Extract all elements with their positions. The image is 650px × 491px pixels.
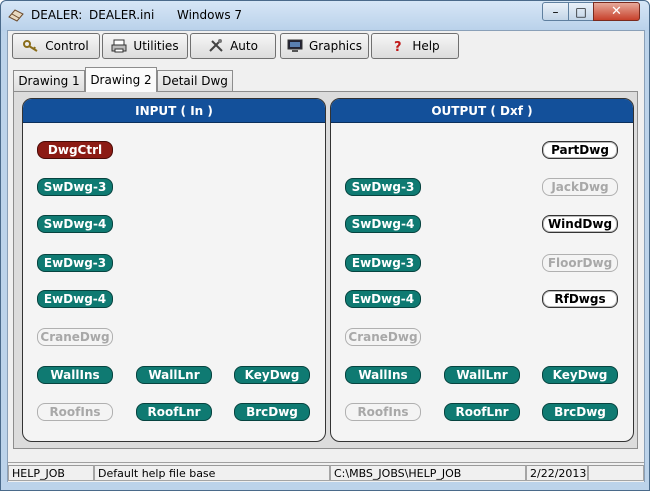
output-keydwg-button[interactable]: KeyDwg xyxy=(542,366,618,384)
output-cranedwg-button[interactable]: CraneDwg xyxy=(345,328,421,346)
control-button[interactable]: Control xyxy=(12,33,100,59)
title-app-name: DEALER: xyxy=(31,8,83,22)
input-ewdwg3-button[interactable]: EwDwg-3 xyxy=(37,254,113,272)
input-roofins-button[interactable]: RoofIns xyxy=(37,403,113,421)
auto-label: Auto xyxy=(230,39,258,53)
graphics-button[interactable]: Graphics xyxy=(280,33,369,59)
output-partdwg-button[interactable]: PartDwg xyxy=(542,141,618,159)
svg-text:?: ? xyxy=(394,40,402,53)
output-jackdwg-button[interactable]: JackDwg xyxy=(542,178,618,196)
input-ewdwg4-button[interactable]: EwDwg-4 xyxy=(37,290,113,308)
control-label: Control xyxy=(45,39,89,53)
status-description: Default help file base xyxy=(94,465,330,481)
output-brcdwg-button[interactable]: BrcDwg xyxy=(542,403,618,421)
input-dwgctrl-button[interactable]: DwgCtrl xyxy=(37,141,113,159)
tab-panel-drawing-2: INPUT ( In ) DwgCtrl SwDwg-3 SwDwg-4 EwD… xyxy=(13,91,638,449)
title-file-name: DEALER.ini xyxy=(89,8,155,22)
status-extra xyxy=(588,465,644,481)
output-panel-title: OUTPUT ( Dxf ) xyxy=(331,99,633,123)
client-area: Control Utilities Auto Graphics ? Help D… xyxy=(7,30,645,482)
input-rooflnr-button[interactable]: RoofLnr xyxy=(136,403,212,421)
input-brcdwg-button[interactable]: BrcDwg xyxy=(234,403,310,421)
monitor-icon xyxy=(287,39,303,53)
output-wallins-button[interactable]: WallIns xyxy=(345,366,421,384)
title-bar[interactable]: DEALER: DEALER.ini Windows 7 – □ ✕ xyxy=(1,1,649,31)
status-path: C:\MBS_JOBS\HELP_JOB xyxy=(330,465,526,481)
key-icon xyxy=(23,39,39,53)
input-wallins-button[interactable]: WallIns xyxy=(37,366,113,384)
input-cranedwg-button[interactable]: CraneDwg xyxy=(37,328,113,346)
output-panel: OUTPUT ( Dxf ) PartDwg SwDwg-3 JackDwg S… xyxy=(330,98,634,442)
title-os-name: Windows 7 xyxy=(177,8,243,22)
output-rfdwgs-button[interactable]: RfDwgs xyxy=(542,290,618,308)
status-date: 2/22/2013 xyxy=(526,465,588,481)
output-winddwg-button[interactable]: WindDwg xyxy=(542,215,618,233)
eraser-app-icon xyxy=(8,8,24,22)
input-swdwg4-button[interactable]: SwDwg-4 xyxy=(37,215,113,233)
input-keydwg-button[interactable]: KeyDwg xyxy=(234,366,310,384)
maximize-button[interactable]: □ xyxy=(568,2,594,21)
output-walllnr-button[interactable]: WallLnr xyxy=(444,366,520,384)
output-swdwg4-button[interactable]: SwDwg-4 xyxy=(345,215,421,233)
help-question-icon: ? xyxy=(390,39,406,55)
input-panel-title: INPUT ( In ) xyxy=(23,99,325,123)
help-label: Help xyxy=(412,39,440,53)
input-panel: INPUT ( In ) DwgCtrl SwDwg-3 SwDwg-4 EwD… xyxy=(22,98,326,442)
status-bar: HELP_JOB Default help file base C:\MBS_J… xyxy=(8,462,644,482)
output-ewdwg4-button[interactable]: EwDwg-4 xyxy=(345,290,421,308)
auto-button[interactable]: Auto xyxy=(190,33,276,59)
utilities-button[interactable]: Utilities xyxy=(102,33,188,59)
status-job: HELP_JOB xyxy=(8,465,94,481)
output-rooflnr-button[interactable]: RoofLnr xyxy=(444,403,520,421)
maximize-icon: □ xyxy=(575,4,587,19)
printer-icon xyxy=(111,39,127,53)
help-button[interactable]: ? Help xyxy=(371,33,459,59)
tab-drawing-2[interactable]: Drawing 2 xyxy=(85,67,157,92)
utilities-label: Utilities xyxy=(133,39,179,53)
close-button[interactable]: ✕ xyxy=(593,2,640,21)
tab-drawing-1[interactable]: Drawing 1 xyxy=(13,70,85,91)
close-icon: ✕ xyxy=(611,4,622,19)
output-swdwg3-button[interactable]: SwDwg-3 xyxy=(345,178,421,196)
tools-icon xyxy=(208,39,224,53)
input-swdwg3-button[interactable]: SwDwg-3 xyxy=(37,178,113,196)
output-roofins-button[interactable]: RoofIns xyxy=(345,403,421,421)
minimize-button[interactable]: – xyxy=(542,2,569,21)
graphics-label: Graphics xyxy=(309,39,362,53)
minimize-icon: – xyxy=(552,4,559,19)
input-walllnr-button[interactable]: WallLnr xyxy=(136,366,212,384)
tab-detail-dwg[interactable]: Detail Dwg xyxy=(157,70,233,91)
application-window: DEALER: DEALER.ini Windows 7 – □ ✕ Contr… xyxy=(0,0,650,491)
output-floordwg-button[interactable]: FloorDwg xyxy=(542,254,618,272)
output-ewdwg3-button[interactable]: EwDwg-3 xyxy=(345,254,421,272)
